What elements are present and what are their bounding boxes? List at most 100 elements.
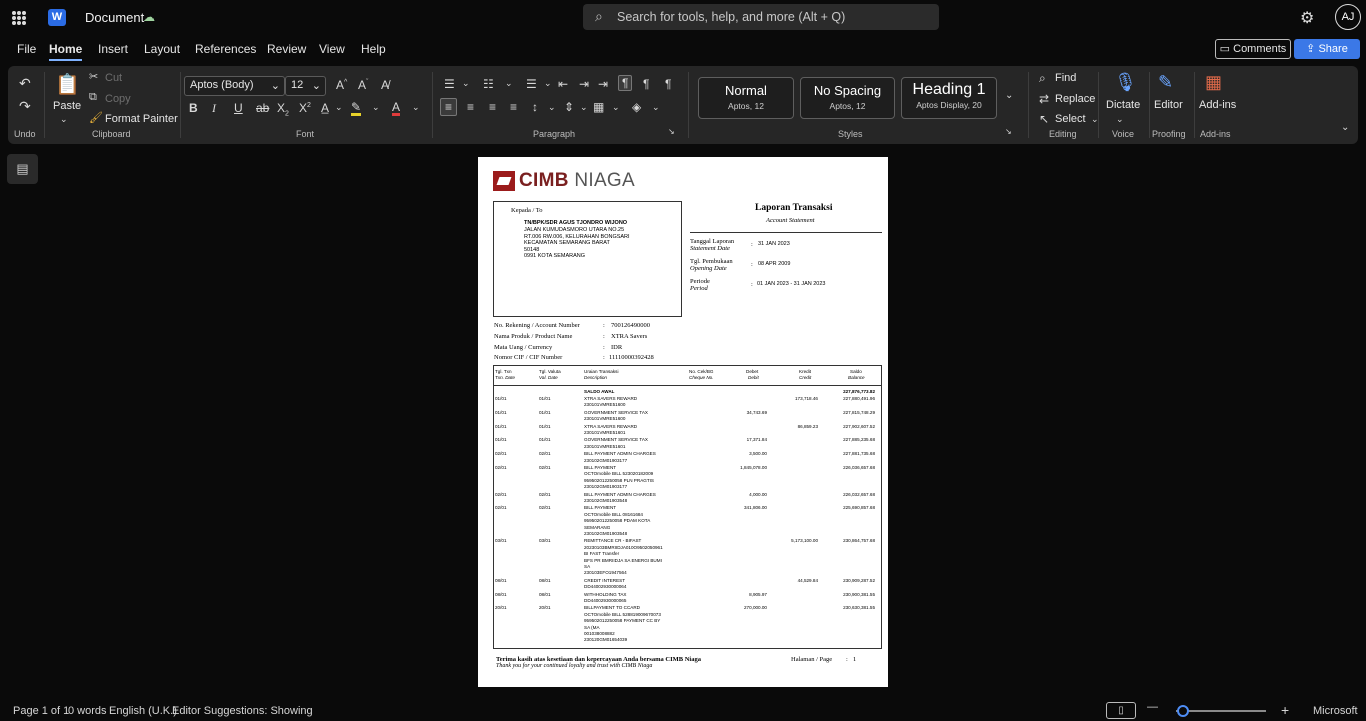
chevron-down-icon[interactable]: ⌄ bbox=[462, 78, 470, 89]
style-normal[interactable]: Normal Aptos, 12 bbox=[698, 77, 794, 119]
style-no-spacing[interactable]: No Spacing Aptos, 12 bbox=[800, 77, 895, 119]
tab-layout[interactable]: Layout bbox=[144, 42, 180, 56]
styles-more-icon[interactable]: ⌄ bbox=[1005, 90, 1013, 101]
zoom-slider-thumb[interactable] bbox=[1177, 705, 1189, 717]
document-page[interactable]: CIMB NIAGA Kepada / To TN/BPK/SDR AGUS T… bbox=[478, 157, 888, 687]
borders-icon[interactable]: ▦ bbox=[593, 100, 604, 114]
rtl-icon[interactable]: ¶ bbox=[643, 77, 649, 91]
find-button[interactable]: Find bbox=[1055, 72, 1076, 84]
language[interactable]: English (U.K.) bbox=[109, 705, 177, 717]
superscript-icon[interactable]: X2 bbox=[299, 101, 311, 115]
font-color-icon[interactable]: A bbox=[392, 101, 401, 116]
replace-button[interactable]: Replace bbox=[1055, 93, 1095, 105]
clear-formatting-icon[interactable]: A̸ bbox=[381, 78, 389, 92]
bold-icon[interactable]: B bbox=[189, 101, 198, 115]
rtl-paragraph-icon[interactable]: ¶ bbox=[618, 75, 633, 91]
numbering-icon[interactable]: ☷ bbox=[483, 77, 494, 91]
tab-insert[interactable]: Insert bbox=[98, 42, 128, 56]
subscript-icon[interactable]: X2 bbox=[277, 101, 289, 117]
tab-references[interactable]: References bbox=[195, 42, 256, 56]
increase-indent-icon[interactable]: ⇥ bbox=[579, 77, 589, 91]
dialog-launcher-icon[interactable]: ↘ bbox=[1005, 127, 1012, 136]
ltr-icon[interactable]: ⇥ bbox=[598, 77, 608, 91]
comments-button[interactable]: ▭ Comments bbox=[1215, 39, 1291, 59]
tab-home[interactable]: Home bbox=[49, 42, 83, 61]
styles-group-label: Styles bbox=[838, 129, 863, 139]
zoom-out-button[interactable]: — bbox=[1147, 701, 1158, 713]
chevron-down-icon[interactable]: ⌄ bbox=[544, 78, 552, 89]
zoom-slider[interactable] bbox=[1176, 710, 1266, 712]
dictate-button[interactable]: Dictate bbox=[1106, 99, 1140, 111]
chevron-down-icon[interactable]: ⌄ bbox=[612, 102, 620, 113]
editor-suggestions[interactable]: Editor Suggestions: Showing bbox=[172, 705, 313, 717]
print-layout-icon[interactable]: ▯ bbox=[1106, 702, 1136, 719]
page-count[interactable]: Page 1 of 1 bbox=[13, 705, 69, 717]
chevron-down-icon[interactable]: ⌄ bbox=[652, 102, 660, 113]
align-left-icon[interactable]: ≡ bbox=[440, 98, 458, 116]
microphone-icon[interactable]: 🎙 bbox=[1114, 72, 1137, 93]
highlight-icon[interactable]: ✎ bbox=[351, 101, 362, 116]
chevron-down-icon[interactable]: ⌄ bbox=[505, 78, 513, 89]
navigation-pane-icon[interactable]: ▤ bbox=[7, 154, 38, 184]
tab-file[interactable]: File bbox=[17, 42, 36, 56]
strikethrough-icon[interactable]: ab bbox=[256, 101, 269, 115]
align-center-icon[interactable]: ≡ bbox=[467, 100, 474, 114]
chevron-down-icon[interactable]: ⌄ bbox=[60, 114, 68, 125]
show-marks-icon[interactable]: ¶ bbox=[665, 77, 671, 91]
cloud-saved-icon[interactable]: ☁ bbox=[143, 10, 155, 24]
tab-review[interactable]: Review bbox=[267, 42, 306, 56]
grow-font-icon[interactable]: A^ bbox=[336, 78, 347, 92]
style-heading-1[interactable]: Heading 1 Aptos Display, 20 bbox=[901, 77, 997, 119]
balance-amount: 227,815,748.29 bbox=[843, 409, 875, 415]
justify-icon[interactable]: ≡ bbox=[510, 100, 517, 114]
chevron-down-icon[interactable]: ⌄ bbox=[1116, 114, 1124, 125]
align-right-icon[interactable]: ≡ bbox=[489, 100, 496, 114]
search-box[interactable]: ⌕ Search for tools, help, and more (Alt … bbox=[583, 4, 939, 30]
copy-button[interactable]: Copy bbox=[105, 93, 131, 105]
font-size-select[interactable]: 12 ⌄ bbox=[285, 76, 326, 96]
bullets-icon[interactable]: ☰ bbox=[444, 77, 455, 91]
decrease-indent-icon[interactable]: ⇤ bbox=[558, 77, 568, 91]
font-name-select[interactable]: Aptos (Body) ⌄ bbox=[184, 76, 285, 96]
cut-button[interactable]: Cut bbox=[105, 72, 122, 84]
redo-icon[interactable]: ↷ bbox=[19, 98, 31, 115]
tab-help[interactable]: Help bbox=[361, 42, 386, 56]
select-button[interactable]: Select bbox=[1055, 113, 1086, 125]
avatar[interactable]: AJ bbox=[1335, 4, 1361, 30]
statement-title: Laporan Transaksi bbox=[755, 203, 833, 213]
shrink-font-icon[interactable]: Aˇ bbox=[358, 78, 368, 92]
share-button[interactable]: ⇪ Share bbox=[1294, 39, 1360, 59]
search-icon: ⌕ bbox=[595, 8, 603, 24]
line-spacing-icon[interactable]: ↕ bbox=[532, 100, 538, 114]
format-painter-button[interactable]: Format Painter bbox=[105, 113, 178, 125]
chevron-down-icon[interactable]: ⌄ bbox=[372, 102, 380, 113]
paste-icon[interactable]: 📋 bbox=[55, 72, 80, 97]
undo-group-label: Undo bbox=[14, 129, 36, 139]
chevron-down-icon[interactable]: ⌄ bbox=[335, 102, 343, 113]
settings-gear-icon[interactable]: ⚙ bbox=[1300, 8, 1314, 28]
tab-view[interactable]: View bbox=[319, 42, 345, 56]
zoom-in-button[interactable]: + bbox=[1281, 702, 1289, 718]
italic-icon[interactable]: I bbox=[212, 101, 216, 116]
multilevel-list-icon[interactable]: ☰ bbox=[526, 77, 537, 91]
editor-button[interactable]: Editor bbox=[1154, 99, 1183, 111]
underline-icon[interactable]: U bbox=[234, 101, 243, 115]
word-count[interactable]: 0 words bbox=[68, 705, 107, 717]
paragraph-spacing-icon[interactable]: ⇕ bbox=[564, 100, 574, 114]
paste-button[interactable]: Paste bbox=[53, 100, 81, 112]
editor-pen-icon[interactable]: ✎ bbox=[1158, 72, 1173, 93]
collapse-ribbon-icon[interactable]: ⌄ bbox=[1341, 122, 1349, 133]
dialog-launcher-icon[interactable]: ↘ bbox=[668, 127, 675, 136]
divider bbox=[44, 72, 45, 138]
app-launcher-icon[interactable] bbox=[12, 11, 26, 25]
chevron-down-icon[interactable]: ⌄ bbox=[412, 102, 420, 113]
chevron-down-icon[interactable]: ⌄ bbox=[580, 102, 588, 113]
shading-icon[interactable]: ◈ bbox=[632, 100, 641, 114]
colon: : bbox=[846, 656, 848, 663]
document-title[interactable]: Document bbox=[85, 10, 144, 25]
addins-grid-icon[interactable]: ▦ bbox=[1205, 72, 1222, 93]
chevron-down-icon[interactable]: ⌄ bbox=[548, 102, 556, 113]
undo-icon[interactable]: ↶ bbox=[19, 75, 31, 92]
text-effects-icon[interactable]: A̲ bbox=[321, 101, 329, 115]
addins-button[interactable]: Add-ins bbox=[1199, 99, 1236, 111]
